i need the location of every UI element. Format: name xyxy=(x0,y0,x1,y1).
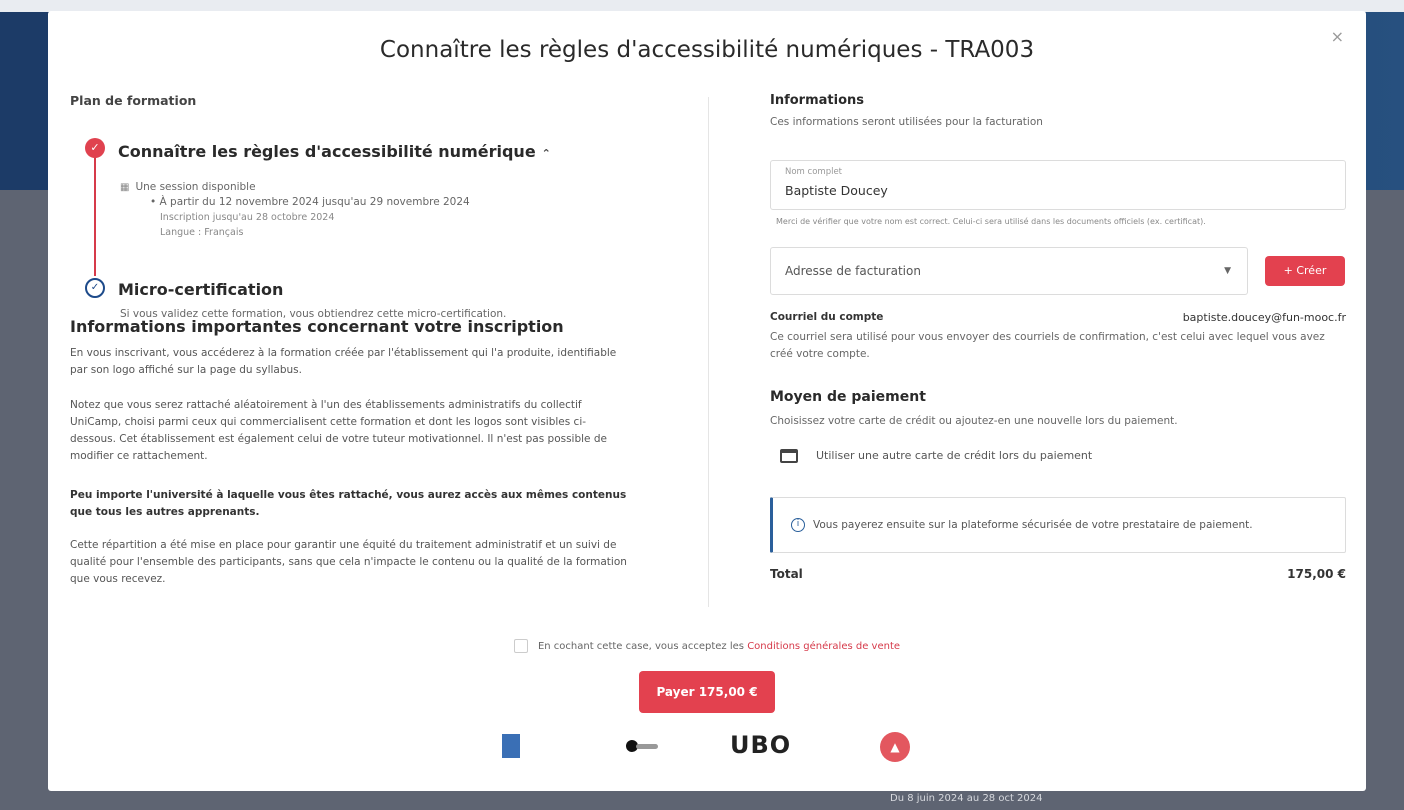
info-icon: i xyxy=(791,518,805,532)
billing-column: Informations Ces informations seront uti… xyxy=(770,93,1346,581)
billing-address-placeholder: Adresse de facturation xyxy=(785,264,921,278)
university-logo-4: ▲ xyxy=(880,732,910,762)
important-info-title: Informations importantes concernant votr… xyxy=(70,317,564,336)
important-paragraph-2: Notez que vous serez rattaché aléatoirem… xyxy=(70,399,607,462)
university-logo-1 xyxy=(502,734,520,758)
credit-card-icon xyxy=(780,449,798,463)
total-row: Total 175,00 € xyxy=(770,567,1346,581)
info-subtitle: Ces informations seront utilisées pour l… xyxy=(770,116,1043,128)
info-title: Informations xyxy=(770,93,865,108)
caret-down-icon: ▼ xyxy=(1224,266,1231,276)
certificate-badge-icon: ✓ xyxy=(85,278,105,298)
important-paragraph-1: En vous inscrivant, vous accéderez à la … xyxy=(70,347,617,376)
terms-link[interactable]: Conditions générales de vente xyxy=(747,641,900,652)
terms-checkbox[interactable] xyxy=(513,639,528,653)
column-divider xyxy=(708,97,709,607)
calendar-icon: ▦ xyxy=(120,182,130,193)
payment-subtitle: Choisissez votre carte de crédit ou ajou… xyxy=(770,415,1178,427)
checkout-modal: × Connaître les règles d'accessibilité n… xyxy=(48,11,1366,791)
full-name-value[interactable]: Baptiste Doucey xyxy=(785,183,1331,198)
payment-notice: i Vous payerez ensuite sur la plateforme … xyxy=(770,497,1346,553)
university-logos: UBO ▲ xyxy=(48,727,1366,767)
session-details: ▦ Une session disponible • À partir du 12… xyxy=(120,180,470,240)
email-value: baptiste.doucey@fun-mooc.fr xyxy=(1182,311,1346,324)
course-title-text: Connaître les règles d'accessibilité num… xyxy=(118,142,536,161)
pay-button[interactable]: Payer 175,00 € xyxy=(639,671,775,713)
terms-row: En cochant cette case, vous acceptez les… xyxy=(48,639,1366,653)
full-name-label: Nom complet xyxy=(785,167,843,177)
email-description: Ce courriel sera utilisé pour vous envoy… xyxy=(770,331,1325,360)
ubo-logo: UBO xyxy=(730,731,791,759)
terms-text: En cochant cette case, vous acceptez les xyxy=(537,641,745,652)
course-title[interactable]: Connaître les règles d'accessibilité num… xyxy=(118,142,551,161)
micro-certification-title: Micro-certification xyxy=(118,280,284,299)
university-logo-2 xyxy=(626,740,660,752)
total-label: Total xyxy=(770,567,803,581)
chevron-up-icon[interactable]: ⌃ xyxy=(542,147,551,160)
timeline-line xyxy=(94,148,96,276)
create-address-button[interactable]: + Créer xyxy=(1265,256,1345,286)
account-email-row: Courriel du compte baptiste.doucey@fun-m… xyxy=(770,311,1346,363)
payment-notice-text: Vous payerez ensuite sur la plateforme s… xyxy=(813,519,1253,531)
important-paragraph-4: Cette répartition a été mise en place po… xyxy=(70,539,627,585)
registration-until: Inscription jusqu'au 28 octobre 2024 xyxy=(160,212,335,223)
billing-address-select[interactable]: Adresse de facturation ▼ xyxy=(770,247,1248,295)
new-card-label: Utiliser une autre carte de crédit lors … xyxy=(816,449,1093,462)
modal-title: Connaître les règles d'accessibilité num… xyxy=(379,37,1035,63)
plan-label: Plan de formation xyxy=(70,93,197,108)
important-paragraph-3: Peu importe l'université à laquelle vous… xyxy=(70,489,627,518)
session-dates: • À partir du 12 novembre 2024 jusqu'au … xyxy=(150,196,470,208)
ubo-logo-text: UBO xyxy=(730,731,792,759)
sessions-available: Une session disponible xyxy=(135,181,256,193)
new-card-option[interactable]: Utiliser une autre carte de crédit lors … xyxy=(780,449,1092,463)
payment-title: Moyen de paiement xyxy=(770,389,926,405)
check-icon: ✓ xyxy=(85,138,105,158)
full-name-hint: Merci de vérifier que votre nom est corr… xyxy=(776,217,1206,226)
session-language: Langue : Français xyxy=(160,227,244,238)
total-amount: 175,00 € xyxy=(1287,567,1346,581)
training-plan-column: Plan de formation ✓ Connaître les règles… xyxy=(70,93,630,585)
background-session-dates: Du 8 juin 2024 au 28 oct 2024 xyxy=(890,793,1043,804)
full-name-field[interactable]: Nom complet Baptiste Doucey xyxy=(770,160,1346,210)
